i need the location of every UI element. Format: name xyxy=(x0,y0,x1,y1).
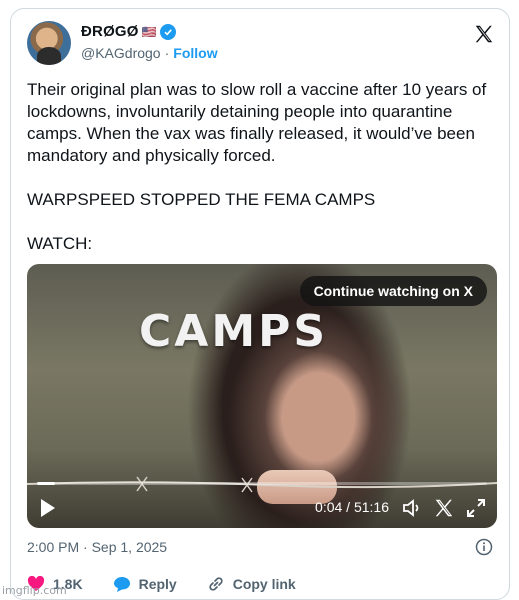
video-title-overlay: CAMPS xyxy=(139,306,329,357)
copy-link-label: Copy link xyxy=(232,576,296,592)
video-timecode: 0:04 / 51:16 xyxy=(315,499,389,515)
x-logo-icon[interactable] xyxy=(473,23,495,45)
tweet-timestamp[interactable]: 2:00 PM · Sep 1, 2025 xyxy=(27,539,167,555)
copy-link-button[interactable]: Copy link xyxy=(207,575,296,593)
tweet-text: Their original plan was to slow roll a v… xyxy=(27,80,487,253)
author-display-name[interactable]: ÐRØGØ xyxy=(81,23,139,40)
author-handle-row: @KAGdrogo · Follow xyxy=(81,45,218,61)
link-icon xyxy=(209,577,223,591)
verified-badge-icon xyxy=(159,23,176,40)
video-progress-bar[interactable] xyxy=(37,482,487,485)
play-icon[interactable] xyxy=(39,498,57,518)
author-handle[interactable]: @KAGdrogo xyxy=(81,45,161,61)
x-logo-icon[interactable] xyxy=(433,497,455,519)
volume-icon[interactable] xyxy=(401,497,423,519)
video-controls: 0:04 / 51:16 xyxy=(27,488,497,528)
follow-button[interactable]: Follow xyxy=(173,45,217,61)
video-progress-fill xyxy=(37,482,55,485)
video-player[interactable]: CAMPS Continue watching on X 0:04 / 51:1… xyxy=(27,264,497,528)
reply-label: Reply xyxy=(138,576,177,592)
reply-button[interactable]: Reply xyxy=(113,576,177,593)
author-name-row: ÐRØGØ 🇺🇸 xyxy=(81,23,176,40)
tweet-card: ÐRØGØ 🇺🇸 @KAGdrogo · Follow Their origin… xyxy=(10,8,510,600)
continue-watching-button[interactable]: Continue watching on X xyxy=(299,276,487,306)
fullscreen-icon[interactable] xyxy=(465,497,487,519)
us-flag-icon: 🇺🇸 xyxy=(141,24,157,39)
info-icon[interactable] xyxy=(475,538,493,556)
author-avatar[interactable] xyxy=(27,21,71,65)
imgflip-watermark: imgflip.com xyxy=(2,584,67,597)
separator-dot: · xyxy=(164,45,170,61)
tweet-actions: 1.8K Reply Copy link xyxy=(27,575,326,593)
reply-bubble-icon xyxy=(113,576,130,592)
